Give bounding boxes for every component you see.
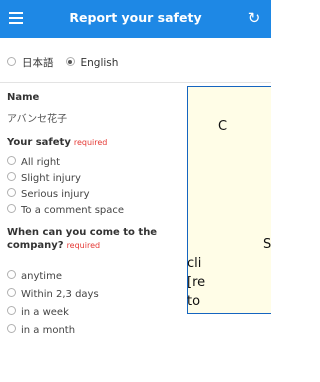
page-title: Report your safety <box>69 10 202 25</box>
language-label-japanese: 日本語 <box>22 57 54 69</box>
arrival-radio-week[interactable] <box>7 306 16 315</box>
popup-text-line1: C <box>218 119 228 134</box>
safety-option-label: To a comment space <box>21 205 125 216</box>
arrival-option-week[interactable]: in a week <box>7 306 69 319</box>
popup-text-line3: cli <box>187 256 202 271</box>
app-header: Report your safety ↻ <box>0 0 271 38</box>
arrival-label: When can you come to the company? require… <box>7 226 157 252</box>
help-popup: C S cli [re to <box>187 86 271 314</box>
arrival-label-line2-wrap: company? required <box>7 239 157 252</box>
language-option-english[interactable]: English <box>65 57 119 69</box>
app-window: Report your safety ↻ 日本語 English Name アバン… <box>0 0 271 382</box>
safety-option-label: Slight injury <box>21 173 81 184</box>
safety-radio-all-right[interactable] <box>7 156 16 165</box>
popup-text-line2: S <box>263 237 271 252</box>
language-radio-japanese[interactable] <box>7 57 16 66</box>
safety-option-slight-injury[interactable]: Slight injury <box>7 172 81 185</box>
safety-option-all-right[interactable]: All right <box>7 156 60 169</box>
reload-icon[interactable]: ↻ <box>245 9 263 27</box>
arrival-label-line2: company? <box>7 240 64 251</box>
popup-text-line4: [re <box>187 275 206 290</box>
arrival-option-label: in a week <box>21 307 69 318</box>
arrival-option-within-days[interactable]: Within 2,3 days <box>7 288 99 301</box>
arrival-option-month[interactable]: in a month <box>7 324 75 337</box>
safety-label-text: Your safety <box>7 137 71 148</box>
language-option-japanese[interactable]: 日本語 <box>7 57 54 69</box>
arrival-option-label: anytime <box>21 271 62 282</box>
name-label: Name <box>7 92 40 103</box>
section-divider <box>0 82 271 83</box>
language-selector: 日本語 English <box>7 55 130 70</box>
safety-required-badge: required <box>73 138 108 147</box>
safety-label: Your safety required <box>7 136 107 149</box>
name-value: アバンセ花子 <box>7 114 68 125</box>
arrival-label-line1: When can you come to the <box>7 227 158 238</box>
safety-radio-slight-injury[interactable] <box>7 172 16 181</box>
language-radio-english[interactable] <box>65 57 75 66</box>
arrival-radio-anytime[interactable] <box>7 270 16 279</box>
language-label-english: English <box>80 57 119 69</box>
arrival-required-badge: required <box>66 241 101 250</box>
safety-option-label: Serious injury <box>21 189 90 200</box>
arrival-option-anytime[interactable]: anytime <box>7 270 62 283</box>
safety-option-label: All right <box>21 157 61 168</box>
safety-radio-comment[interactable] <box>7 204 16 213</box>
safety-radio-serious-injury[interactable] <box>7 188 16 197</box>
popup-text-line5: to <box>187 294 201 309</box>
arrival-radio-within-days[interactable] <box>7 288 16 297</box>
arrival-radio-month[interactable] <box>7 324 16 333</box>
arrival-option-label: in a month <box>21 325 76 336</box>
safety-option-comment[interactable]: To a comment space <box>7 204 124 217</box>
safety-option-serious-injury[interactable]: Serious injury <box>7 188 90 201</box>
arrival-option-label: Within 2,3 days <box>21 289 99 300</box>
